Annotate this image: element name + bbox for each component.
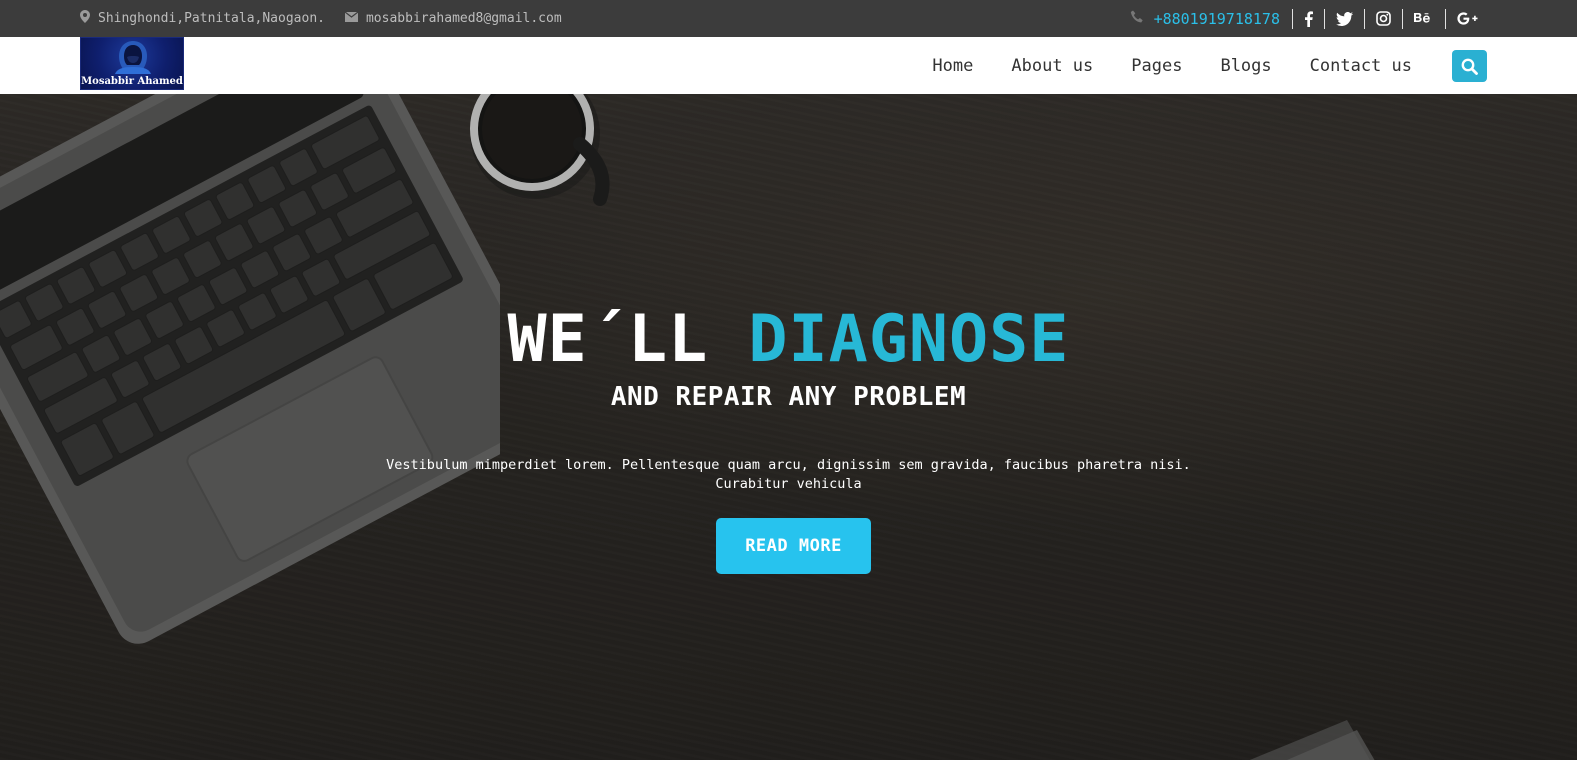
hero-subheadline: AND REPAIR ANY PROBLEM [610,382,967,412]
facebook-icon[interactable] [1292,8,1324,29]
contact-info: Shinghondi,Patnitala,Naogaon. mosabbirah… [80,0,582,37]
topbar-right: +8801919718178 [1130,0,1489,37]
main-navbar: Mosabbir Ahamed Home About us Pages Blog… [0,37,1577,94]
nav-item-blogs[interactable]: Blogs [1220,56,1271,76]
hero-description: Vestibulum mimperdiet lorem. Pellentesqu… [386,457,1191,492]
search-icon [1461,58,1478,75]
read-more-button[interactable]: READ MORE [716,518,871,574]
hooded-figure-icon [115,41,151,74]
nav-item-about-us[interactable]: About us [1011,56,1093,76]
search-button[interactable] [1452,50,1487,82]
nav-item-home[interactable]: Home [932,56,973,76]
nav-menu: Home About us Pages Blogs Contact us [894,37,1412,94]
email-item[interactable]: mosabbirahamed8@gmail.com [344,11,562,26]
social-links [1292,8,1489,29]
headline-main: WE´LL [507,302,749,377]
phone-text[interactable]: +8801919718178 [1154,10,1280,28]
headline-accent: DIAGNOSE [748,302,1070,377]
email-text[interactable]: mosabbirahamed8@gmail.com [366,11,562,26]
nav-item-contact-us[interactable]: Contact us [1310,56,1412,76]
logo-text: Mosabbir Ahamed [81,76,183,87]
site-logo[interactable]: Mosabbir Ahamed [80,37,184,90]
phone-item[interactable]: +8801919718178 [1130,10,1280,28]
top-bar: Shinghondi,Patnitala,Naogaon. mosabbirah… [0,0,1577,37]
phone-icon [1130,10,1154,28]
hero-section: WE´LL DIAGNOSE AND REPAIR ANY PROBLEM Ve… [0,94,1577,760]
hero-headline: WE´LL DIAGNOSE [0,302,1577,377]
twitter-icon[interactable] [1324,8,1364,29]
nav-item-pages[interactable]: Pages [1131,56,1182,76]
behance-icon[interactable] [1402,8,1445,29]
hero-content: WE´LL DIAGNOSE AND REPAIR ANY PROBLEM Ve… [0,94,1577,760]
instagram-icon[interactable] [1364,8,1402,29]
map-marker-icon [80,10,98,27]
google-plus-icon[interactable] [1445,8,1489,29]
address-item: Shinghondi,Patnitala,Naogaon. [80,10,325,27]
address-text: Shinghondi,Patnitala,Naogaon. [98,11,325,26]
envelope-icon [344,11,366,26]
